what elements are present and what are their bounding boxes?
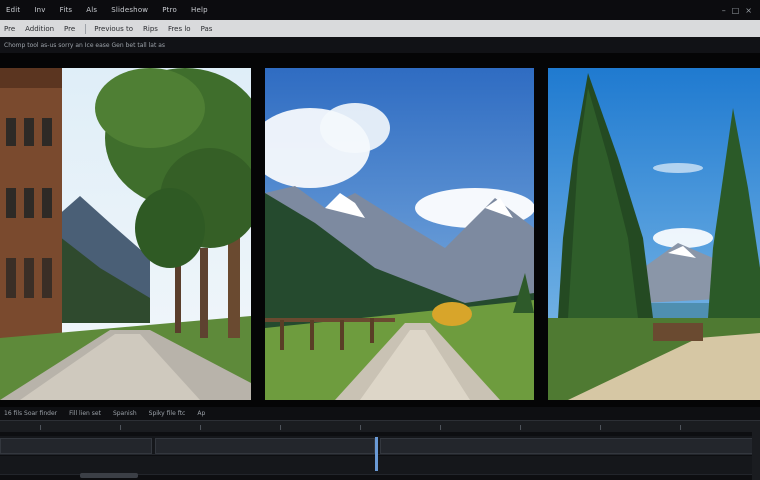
ruler-tick [280, 425, 281, 430]
toolbar-divider [85, 23, 87, 34]
status-item-files: 16 fils Soar finder [4, 410, 58, 417]
ruler-tick [200, 425, 201, 430]
path-text: Chomp tool as-us sorry an Ice ease Gen b… [4, 41, 166, 49]
toolbar-button-previous[interactable]: Previous to [94, 25, 133, 33]
vertical-scrollbar[interactable] [752, 432, 760, 480]
timeline-clip[interactable] [0, 438, 152, 454]
image-panel-mountain-path[interactable] [265, 68, 534, 400]
toolbar-button-3[interactable]: Pre [64, 25, 75, 33]
toolbar: Pre Addition Pre Previous to Rips Fres l… [0, 20, 760, 37]
status-bar: 16 fils Soar finder Fill lien set Spanis… [0, 407, 760, 420]
ruler-tick [120, 425, 121, 430]
menu-item-2[interactable]: Inv [34, 6, 45, 14]
maximize-icon[interactable]: □ [732, 6, 740, 15]
timeline-clip[interactable] [380, 438, 754, 454]
window-controls: – □ × [722, 6, 752, 15]
pine-lake-image [548, 68, 760, 400]
toolbar-button-5[interactable]: Rips [143, 25, 158, 33]
toolbar-button-7[interactable]: Pas [201, 25, 213, 33]
menu-item-4[interactable]: Als [86, 6, 97, 14]
path-bar: Chomp tool as-us sorry an Ice ease Gen b… [0, 37, 760, 53]
status-item-4: Spiky file ftc [148, 410, 186, 417]
status-item-2: Fill lien set [69, 410, 101, 417]
ruler-tick [360, 425, 361, 430]
menu-item-help[interactable]: Help [191, 6, 208, 14]
menu-item-6[interactable]: Ptro [162, 6, 177, 14]
ruler-tick [440, 425, 441, 430]
toolbar-button-1[interactable]: Pre [4, 25, 15, 33]
street-image [0, 68, 251, 400]
toolbar-button-2[interactable]: Addition [25, 25, 54, 33]
menu-bar: Edit Inv Fits Als Slideshow Ptro Help – … [0, 0, 760, 20]
menu-item-1[interactable]: Edit [6, 6, 20, 14]
status-item-3: Spanish [112, 410, 137, 417]
image-viewer [0, 53, 760, 407]
ruler-tick [40, 425, 41, 430]
minimize-icon[interactable]: – [722, 6, 726, 15]
image-panel-pine-lake[interactable] [548, 68, 760, 400]
mountain-path-image [265, 68, 534, 400]
ruler-tick [520, 425, 521, 430]
playhead[interactable] [375, 437, 378, 471]
menu-item-slideshow[interactable]: Slideshow [111, 6, 148, 14]
menu-item-3[interactable]: Fits [60, 6, 73, 14]
image-panel-street[interactable] [0, 68, 251, 400]
ruler-tick [680, 425, 681, 430]
status-item-5: Ap [197, 410, 206, 417]
timeline-clip[interactable] [155, 438, 375, 454]
timeline-scroll-thumb[interactable] [80, 473, 138, 478]
toolbar-button-6[interactable]: Fres lo [168, 25, 191, 33]
close-icon[interactable]: × [745, 6, 752, 15]
ruler-tick [600, 425, 601, 430]
